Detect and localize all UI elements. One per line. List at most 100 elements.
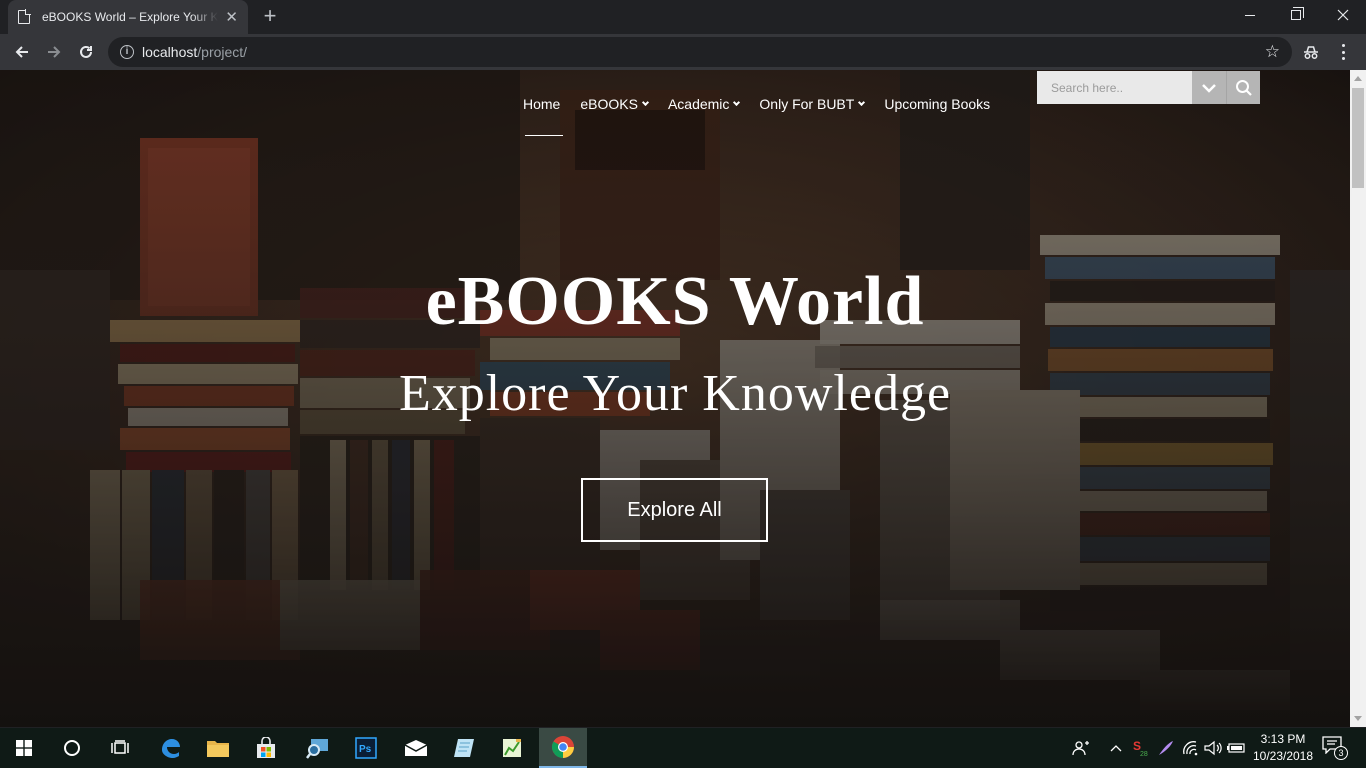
windows-logo-icon [16, 740, 32, 756]
tab-close-icon[interactable]: ✕ [225, 10, 238, 25]
page-scrollbar[interactable] [1350, 70, 1366, 727]
feather-pen-icon [1159, 741, 1173, 755]
tray-wifi-button[interactable] [1180, 728, 1202, 768]
hero-subtitle: Explore Your Knowledge [398, 365, 952, 422]
folder-icon [207, 741, 229, 757]
main-navigation: Home eBOOKS Academic Only For BUBT Upcom… [523, 96, 1010, 112]
nav-item-label: Only For BUBT [759, 96, 855, 112]
wifi-icon [1183, 741, 1198, 756]
url-host: localhost [142, 44, 198, 60]
minimize-icon [1245, 14, 1255, 16]
active-nav-indicator [525, 135, 563, 136]
search-input[interactable] [1037, 71, 1192, 104]
tray-people-button[interactable] [1068, 728, 1094, 768]
chrome-browser-icon [552, 736, 574, 758]
browser-menu-icon[interactable] [1336, 42, 1350, 62]
taskbar-notepad-app[interactable] [440, 728, 488, 768]
chevron-down-icon [1202, 83, 1216, 93]
browser-tab[interactable]: eBOOKS World – Explore Your Knowledge ✕ [8, 0, 248, 34]
tray-volume-button[interactable] [1202, 728, 1224, 768]
taskbar-charts-app[interactable] [488, 728, 536, 768]
close-icon [1337, 9, 1349, 21]
url-path: /project/ [197, 44, 248, 60]
nav-item-upcoming-books[interactable]: Upcoming Books [884, 96, 990, 112]
nav-item-label: Upcoming Books [884, 96, 991, 112]
scroll-up-arrow-icon[interactable] [1350, 70, 1366, 86]
taskbar-mail[interactable] [392, 728, 440, 768]
back-button[interactable] [8, 38, 36, 66]
store-bag-icon [257, 737, 275, 758]
tray-app-indicator[interactable]: S 28 [1129, 728, 1153, 768]
taskbar-clock[interactable]: 3:13 PM 10/23/2018 [1246, 731, 1320, 765]
tray-show-hidden-button[interactable] [1106, 728, 1126, 768]
taskbar-file-explorer[interactable] [194, 728, 242, 768]
nav-item-academic[interactable]: Academic [667, 96, 741, 112]
page-icon [18, 9, 31, 24]
reload-icon [80, 45, 92, 58]
tray-pen-button[interactable] [1155, 728, 1177, 768]
clock-date: 10/23/2018 [1252, 749, 1314, 763]
browser-tab-strip: eBOOKS World – Explore Your Knowledge ✕ … [0, 0, 1366, 34]
page-viewport: Home eBOOKS Academic Only For BUBT Upcom… [0, 70, 1350, 727]
nav-item-ebooks[interactable]: eBOOKS [580, 96, 649, 112]
nav-item-home[interactable]: Home [523, 96, 560, 112]
app-status-icon: S28 [1133, 739, 1148, 757]
nav-item-only-for-bubt[interactable]: Only For BUBT [759, 96, 866, 112]
site-info-icon[interactable]: i [120, 45, 134, 59]
mail-envelope-icon [404, 740, 428, 756]
arrow-right-icon [48, 46, 61, 58]
explore-all-button[interactable]: Explore All [581, 478, 768, 542]
windows-taskbar: Ps S 28 3:13 PM 10/23/2018 3 [0, 728, 1366, 768]
tab-title: eBOOKS World – Explore Your Knowledge [42, 10, 218, 24]
battery-charging-icon [1227, 743, 1245, 753]
photoshop-icon: Ps [355, 737, 377, 759]
chevron-up-icon [1110, 745, 1122, 752]
reload-button[interactable] [72, 38, 100, 66]
svg-text:Ps: Ps [359, 744, 372, 755]
search-button[interactable] [1226, 71, 1260, 104]
edge-browser-icon [162, 739, 180, 758]
chevron-down-icon [733, 98, 741, 107]
scroll-down-arrow-icon[interactable] [1350, 711, 1366, 727]
search-options-button[interactable] [1192, 71, 1226, 104]
search-bar [1037, 71, 1260, 104]
cortana-circle-icon [64, 740, 80, 756]
minimize-button[interactable] [1227, 0, 1273, 30]
window-close-button[interactable] [1320, 0, 1366, 30]
bookmark-star-icon[interactable]: ☆ [1265, 42, 1280, 62]
speaker-icon [1204, 740, 1222, 756]
browser-toolbar: i localhost/project/ ☆ [0, 34, 1366, 70]
taskbar-store[interactable] [242, 728, 290, 768]
incognito-extension-icon[interactable] [1302, 43, 1320, 61]
windows-start-button[interactable] [0, 728, 48, 768]
nav-item-label: Academic [667, 96, 730, 112]
forward-button[interactable] [40, 38, 68, 66]
nav-item-label: eBOOKS [580, 96, 638, 112]
nav-item-label: Home [523, 96, 561, 112]
spreadsheet-chart-icon [503, 739, 521, 757]
hero-title: eBOOKS World [425, 263, 925, 340]
arrow-left-icon [15, 46, 28, 58]
notification-count-badge: 3 [1334, 746, 1348, 760]
svg-text:28: 28 [1140, 751, 1148, 757]
clock-time: 3:13 PM [1260, 732, 1306, 746]
restore-button[interactable] [1273, 0, 1319, 30]
new-tab-button[interactable]: + [260, 4, 280, 30]
action-center-button[interactable]: 3 [1322, 736, 1348, 760]
people-icon [1072, 741, 1089, 756]
task-view-button[interactable] [96, 728, 144, 768]
task-view-icon [111, 740, 129, 754]
address-bar[interactable]: i localhost/project/ ☆ [108, 37, 1292, 67]
taskbar-chrome[interactable] [539, 728, 587, 768]
restore-icon [1291, 7, 1304, 20]
search-icon [1235, 79, 1252, 96]
chevron-down-icon [641, 98, 649, 107]
taskbar-edge[interactable] [146, 728, 194, 768]
scrollbar-thumb[interactable] [1352, 88, 1364, 188]
cortana-search-button[interactable] [48, 728, 96, 768]
magnifier-monitor-icon [306, 739, 328, 759]
notepad-icon [454, 739, 474, 757]
taskbar-magnifier-app[interactable] [294, 728, 342, 768]
taskbar-photoshop[interactable]: Ps [342, 728, 390, 768]
tray-battery-button[interactable] [1225, 728, 1247, 768]
